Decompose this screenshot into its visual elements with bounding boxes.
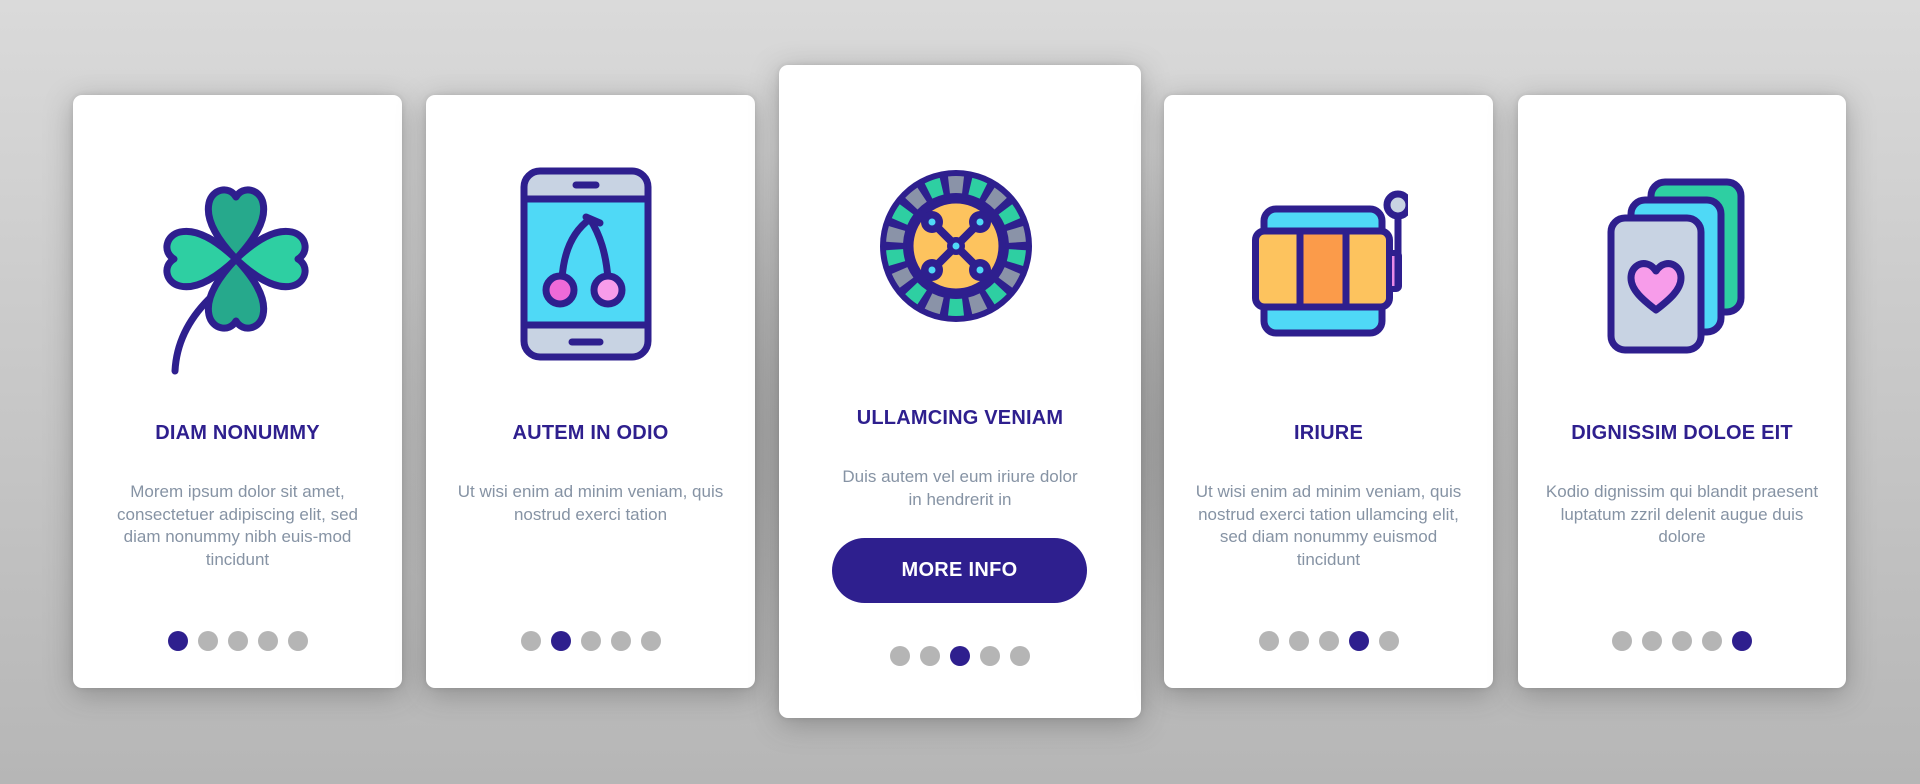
card-description: Ut wisi enim ad minim veniam, quis nostr…: [1195, 482, 1462, 569]
onboarding-card-3: ULLAMCING VENIAM Duis autem vel eum iriu…: [779, 65, 1141, 718]
card-description: Kodio dignissim qui blandit praesent lup…: [1545, 482, 1819, 547]
page-dot-5[interactable]: [640, 631, 661, 651]
pagination-dots: [1164, 631, 1493, 651]
card-title: DIGNISSIM DOLOE EIT: [1571, 422, 1793, 444]
pagination-dots: [1518, 631, 1846, 651]
onboarding-card-4: IRIURE Ut wisi enim ad minim veniam, qui…: [1164, 95, 1493, 688]
page-dot-4[interactable]: [1348, 631, 1369, 651]
page-dot-3[interactable]: [1672, 631, 1692, 651]
page-dot-4[interactable]: [980, 646, 1000, 666]
card-description: Duis autem vel eum iriure dolor in hendr…: [842, 467, 1078, 509]
roulette-wheel-icon: [880, 170, 1032, 322]
roulette-segment: [948, 298, 964, 316]
page-dot-2[interactable]: [550, 631, 571, 651]
four-leaf-clover-icon: [163, 186, 309, 375]
page-dot-2[interactable]: [1288, 631, 1309, 651]
pagination-dots: [426, 631, 755, 651]
page-dot-2[interactable]: [920, 646, 940, 666]
roulette-segment: [948, 176, 964, 194]
more-info-button[interactable]: MORE INFO: [832, 538, 1087, 603]
page-dot-3[interactable]: [227, 631, 248, 651]
page-dot-1[interactable]: [167, 631, 188, 651]
page-dot-1[interactable]: [1258, 631, 1279, 651]
page-dot-4[interactable]: [1702, 631, 1722, 651]
page-dot-5[interactable]: [1732, 631, 1752, 651]
page-dot-2[interactable]: [1642, 631, 1662, 651]
card-title: IRIURE: [1294, 422, 1363, 444]
card-description: Ut wisi enim ad minim veniam, quis nostr…: [457, 482, 724, 524]
card-title: ULLAMCING VENIAM: [856, 407, 1064, 429]
page-dot-4[interactable]: [257, 631, 278, 651]
page-dot-1[interactable]: [890, 646, 910, 666]
page-dot-3[interactable]: [1318, 631, 1339, 651]
page-dot-1[interactable]: [520, 631, 541, 651]
onboarding-card-1: DIAM NONUMMY Morem ipsum dolor sit amet,…: [73, 95, 402, 688]
page-dot-3[interactable]: [580, 631, 601, 651]
smartphone-cherry-icon: [520, 167, 652, 361]
page-dot-1[interactable]: [1612, 631, 1632, 651]
page-dot-5[interactable]: [1010, 646, 1030, 666]
slot-machine-icon: [1252, 190, 1408, 337]
card-description: Morem ipsum dolor sit amet, consectetuer…: [117, 482, 358, 569]
pagination-dots: [73, 631, 402, 651]
card-title: AUTEM IN ODIO: [512, 422, 669, 444]
page-dot-5[interactable]: [287, 631, 308, 651]
card-title: DIAM NONUMMY: [155, 422, 320, 444]
playing-cards-heart-icon: [1607, 178, 1745, 354]
pagination-dots: [779, 646, 1141, 666]
page-dot-5[interactable]: [1378, 631, 1399, 651]
onboarding-card-2: AUTEM IN ODIO Ut wisi enim ad minim veni…: [426, 95, 755, 688]
page-dot-2[interactable]: [197, 631, 218, 651]
onboarding-card-5: DIGNISSIM DOLOE EIT Kodio dignissim qui …: [1518, 95, 1846, 688]
page-dot-3[interactable]: [950, 646, 970, 666]
page-dot-4[interactable]: [610, 631, 631, 651]
